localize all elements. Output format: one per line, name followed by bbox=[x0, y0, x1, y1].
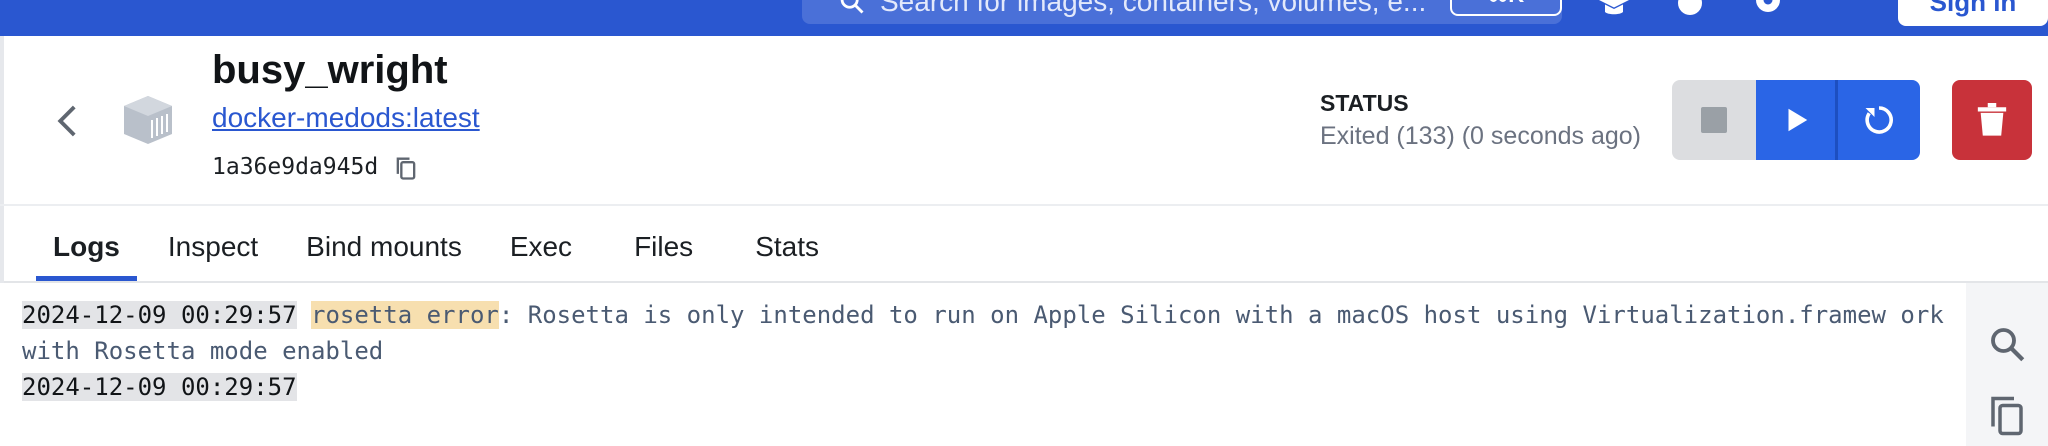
apps-grid-icon[interactable] bbox=[1832, 0, 1868, 24]
search-shortcut-badge: ⌘K bbox=[1450, 0, 1562, 16]
image-link[interactable]: docker-medods:latest bbox=[212, 102, 480, 134]
stop-icon bbox=[1701, 107, 1727, 133]
copy-id-icon[interactable] bbox=[392, 154, 420, 182]
sign-in-button[interactable]: Sign in bbox=[1898, 0, 2048, 26]
tab-bar: Logs Inspect Bind mounts Exec Files Stat… bbox=[36, 228, 836, 282]
container-actions bbox=[1672, 80, 1920, 160]
tab-bind-mounts[interactable]: Bind mounts bbox=[289, 228, 479, 280]
play-icon bbox=[1788, 108, 1807, 132]
log-timestamp: 2024-12-09 00:29:57 bbox=[22, 301, 297, 329]
container-id: 1a36e9da945d bbox=[212, 154, 379, 180]
status-value: Exited (133) (0 seconds ago) bbox=[1320, 122, 1642, 150]
log-viewer[interactable]: 2024-12-09 00:29:57 rosetta error: Roset… bbox=[0, 283, 1966, 446]
header-divider bbox=[0, 204, 2048, 206]
global-search-box[interactable]: Search for images, containers, volumes, … bbox=[802, 0, 1562, 24]
container-name: busy_wright bbox=[212, 48, 448, 92]
search-placeholder: Search for images, containers, volumes, … bbox=[880, 0, 1427, 17]
log-timestamp: 2024-12-09 00:29:57 bbox=[22, 373, 297, 401]
log-highlight: rosetta error bbox=[311, 301, 499, 329]
tab-files[interactable]: Files bbox=[617, 228, 710, 280]
log-tools bbox=[1966, 283, 2048, 446]
copy-logs-icon[interactable] bbox=[1986, 395, 2028, 437]
start-button[interactable] bbox=[1756, 80, 1838, 160]
tab-exec[interactable]: Exec bbox=[493, 228, 589, 280]
tab-stats[interactable]: Stats bbox=[738, 228, 836, 280]
search-icon bbox=[840, 0, 864, 14]
delete-button[interactable] bbox=[1952, 80, 2032, 160]
learning-center-icon[interactable] bbox=[1596, 0, 1632, 24]
tab-inspect[interactable]: Inspect bbox=[151, 228, 275, 280]
top-bar: Search for images, containers, volumes, … bbox=[0, 0, 2048, 36]
restart-icon bbox=[1865, 106, 1893, 134]
status-label: STATUS bbox=[1320, 90, 1409, 116]
tab-logs[interactable]: Logs bbox=[36, 228, 137, 282]
search-logs-icon[interactable] bbox=[1986, 323, 2028, 365]
container-icon bbox=[124, 96, 172, 144]
restart-button[interactable] bbox=[1838, 80, 1920, 160]
trash-icon bbox=[1977, 103, 2007, 136]
extensions-icon[interactable] bbox=[1672, 0, 1708, 24]
settings-icon[interactable] bbox=[1750, 0, 1786, 24]
back-arrow-icon[interactable] bbox=[48, 100, 90, 142]
log-line: 2024-12-09 00:29:57 rosetta error: Roset… bbox=[22, 297, 1962, 369]
log-line: 2024-12-09 00:29:57 bbox=[22, 369, 1962, 405]
stop-button[interactable] bbox=[1672, 80, 1756, 160]
